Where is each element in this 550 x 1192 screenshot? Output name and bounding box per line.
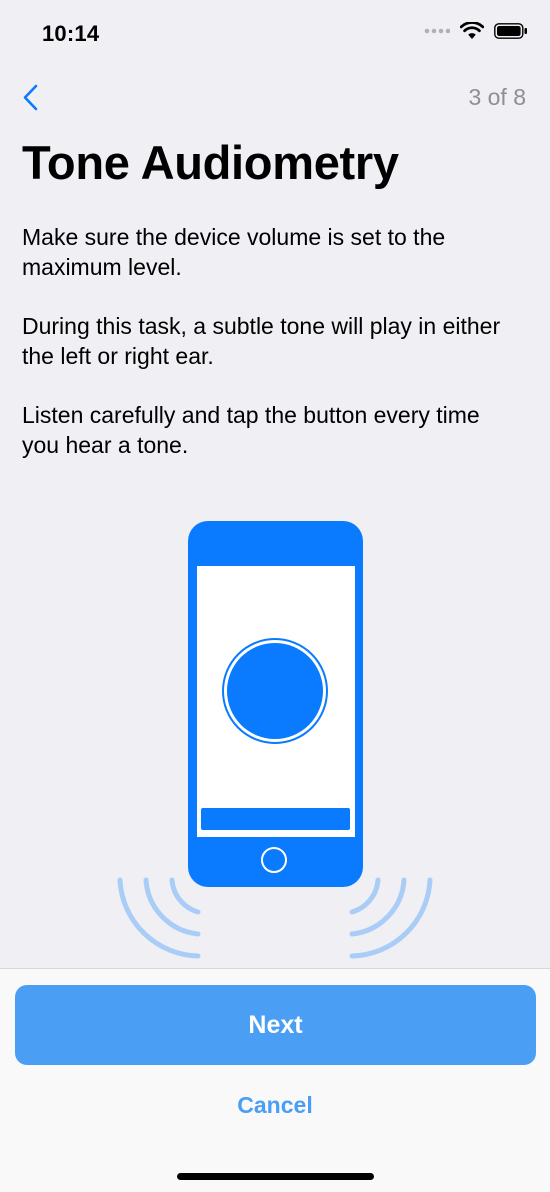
- wifi-icon: [460, 22, 484, 39]
- status-icons: [424, 22, 528, 40]
- home-indicator: [177, 1173, 374, 1180]
- footer: Next Cancel: [0, 968, 550, 1192]
- instruction-paragraph: During this task, a subtle tone will pla…: [22, 313, 501, 369]
- cancel-button[interactable]: Cancel: [175, 1085, 375, 1125]
- chevron-left-icon: [23, 84, 38, 111]
- tap-button-graphic: [227, 643, 323, 739]
- instruction-paragraph: Listen carefully and tap the button ever…: [22, 402, 480, 458]
- signal-dots-icon: [424, 28, 450, 34]
- step-counter: 3 of 8: [468, 84, 526, 110]
- next-button[interactable]: Next: [15, 985, 536, 1065]
- back-button[interactable]: [18, 80, 48, 116]
- sound-waves-right-icon: [349, 877, 433, 959]
- phone-illustration: [0, 510, 550, 970]
- battery-icon: [494, 23, 527, 39]
- page-title: Tone Audiometry: [22, 136, 399, 189]
- sound-waves-left-icon: [117, 877, 201, 959]
- nav-bar: 3 of 8: [0, 70, 550, 130]
- instructions: Make sure the device volume is set to th…: [22, 222, 522, 489]
- status-time: 10:14: [42, 21, 100, 46]
- status-bar: 10:14: [0, 0, 550, 70]
- phone-with-tap-button-icon: [117, 521, 433, 959]
- instruction-paragraph: Make sure the device volume is set to th…: [22, 224, 446, 280]
